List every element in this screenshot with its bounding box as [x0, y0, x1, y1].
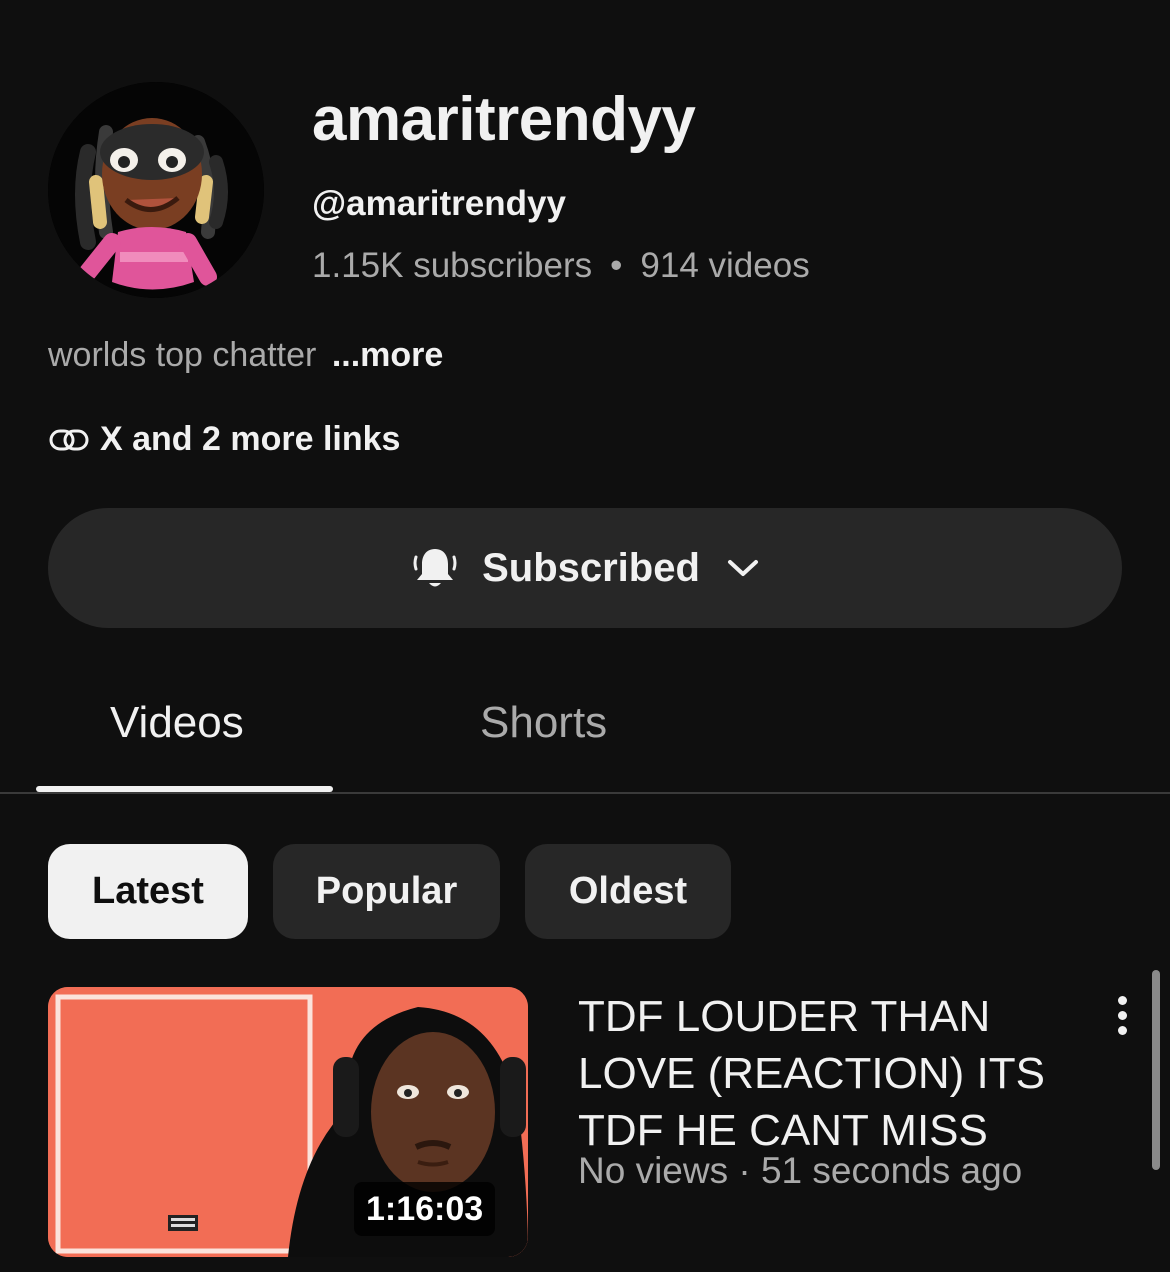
video-title[interactable]: TDF LOUDER THAN LOVE (REACTION) ITS TDF … [578, 988, 1098, 1159]
description-more-button[interactable]: ...more [332, 336, 443, 374]
filter-chip-oldest[interactable]: Oldest [525, 844, 731, 939]
scrollbar[interactable] [1152, 970, 1160, 1170]
video-meta: No views · 51 seconds ago [578, 1150, 1023, 1191]
description-text: worlds top chatter [48, 336, 317, 374]
tab-videos[interactable]: Videos [110, 698, 244, 748]
stats-separator: • [610, 246, 623, 285]
video-duration-badge: 1:16:03 [354, 1182, 496, 1236]
channel-stats: 1.15K subscribers • 914 videos [312, 246, 810, 286]
channel-links[interactable]: X and 2 more links [48, 420, 400, 459]
chevron-down-icon [727, 560, 758, 576]
more-options-icon[interactable] [1106, 990, 1138, 1040]
filter-chip-latest[interactable]: Latest [48, 844, 248, 939]
subscribed-label: Subscribed [482, 545, 700, 590]
video-count: 914 videos [640, 246, 810, 285]
subscribed-button[interactable]: Subscribed [48, 508, 1122, 628]
channel-avatar[interactable] [48, 82, 264, 298]
tab-shorts[interactable]: Shorts [480, 698, 607, 748]
filter-chip-popular[interactable]: Popular [273, 844, 500, 939]
channel-handle: @amaritrendyy [312, 184, 566, 223]
channel-name: amaritrendyy [312, 85, 696, 154]
links-label: X and 2 more links [100, 420, 401, 458]
tabs-divider [0, 792, 1170, 794]
channel-description[interactable]: worlds top chatter ...more [48, 336, 443, 375]
active-tab-indicator [36, 786, 333, 792]
subscriber-count: 1.15K subscribers [312, 246, 593, 285]
bell-icon [413, 549, 457, 587]
link-icon [49, 429, 89, 450]
